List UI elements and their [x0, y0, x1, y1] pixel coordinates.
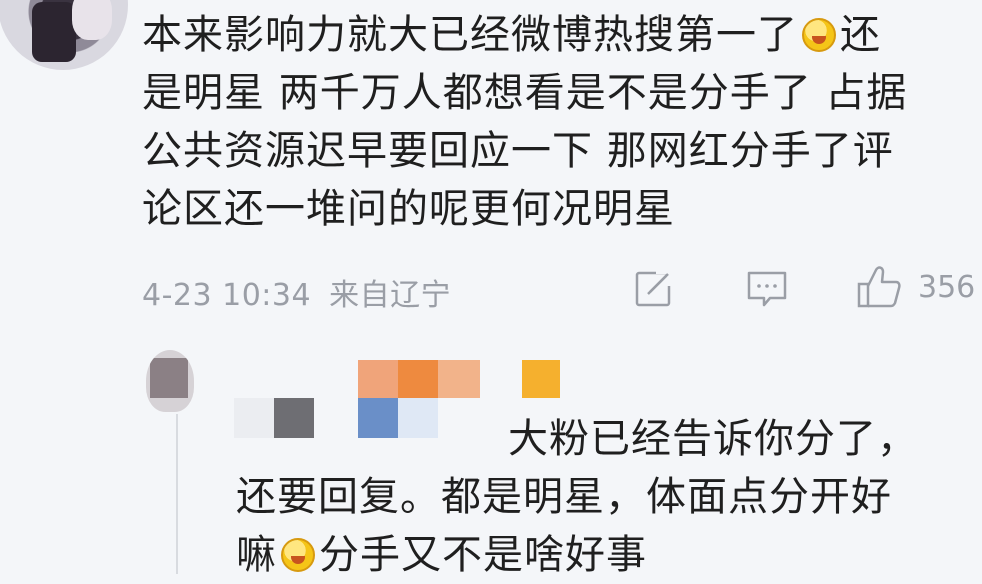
share-icon[interactable] — [634, 268, 674, 308]
reply-thread-line — [176, 414, 178, 574]
comment-icon[interactable] — [746, 270, 788, 308]
comment-timestamp: 4-23 10:34 — [142, 278, 312, 313]
reply-text-line3: 嘛分手又不是啥好事 — [236, 526, 956, 584]
reply-text-line1: 大粉已经告诉你分了， — [508, 416, 918, 462]
laugh-cry-emoji-icon — [802, 18, 836, 52]
laugh-cry-emoji-icon — [281, 538, 315, 572]
commenter-avatar[interactable] — [0, 0, 128, 70]
comment-location: 来自辽宁 — [329, 278, 452, 313]
reply-avatar[interactable] — [146, 350, 194, 412]
comment-body: 本来影响力就大已经微博热搜第一了还 是明星 两千万人都想看是不是分手了 占据 公… — [142, 6, 972, 238]
reply-text-line3-part2: 分手又不是啥好事 — [319, 532, 647, 578]
thumbs-up-icon[interactable] — [856, 264, 902, 310]
reply-text-line3-part1: 嘛 — [236, 532, 277, 578]
like-count: 356 — [918, 270, 976, 305]
reply-text-line2: 还要回复。都是明星，体面点分开好 — [236, 474, 892, 520]
comment-meta: 4-23 10:34 来自辽宁 — [142, 270, 451, 314]
reply-body: 大粉已经告诉你分了， 还要回复。都是明星，体面点分开好 嘛分手又不是啥好事 — [236, 410, 956, 584]
comment-text-part1: 本来影响力就大已经微博热搜第一了 — [142, 12, 798, 58]
